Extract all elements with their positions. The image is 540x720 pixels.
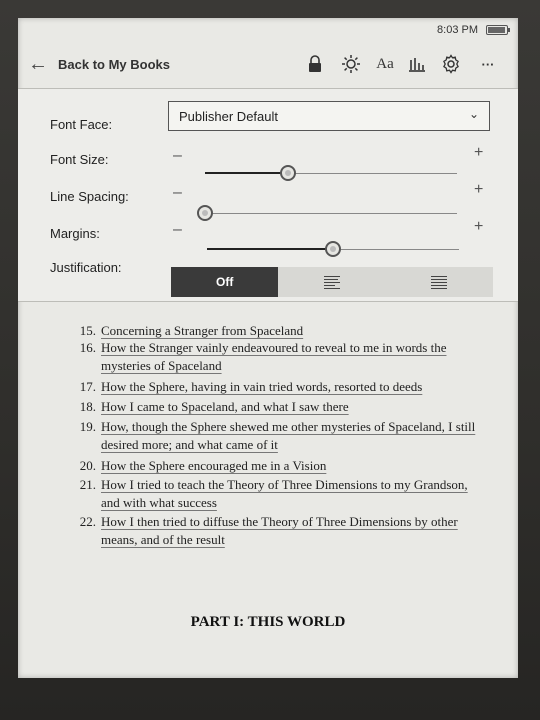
clock: 8:03 PM	[437, 24, 478, 36]
battery-level	[488, 27, 505, 33]
toc-item-link[interactable]: How I tried to teach the Theory of Three…	[101, 476, 481, 512]
line-spacing-label: Line Spacing:	[50, 189, 129, 204]
reading-settings-panel: Font Face: Publisher Default ⌄ Font Size…	[18, 88, 518, 302]
justification-off-button[interactable]: Off	[171, 267, 279, 297]
toc-item-number: 21.	[79, 477, 96, 492]
gear-icon[interactable]	[439, 52, 463, 76]
margins-increase-button[interactable]: +	[474, 218, 483, 236]
line-spacing-track	[205, 213, 457, 214]
toc-item-link[interactable]: How I then tried to diffuse the Theory o…	[101, 513, 481, 549]
toc-item-link[interactable]: How, though the Sphere shewed me other m…	[101, 418, 481, 454]
font-face-value: Publisher Default	[179, 109, 278, 124]
margins-thumb[interactable]	[325, 241, 341, 257]
justification-label: Justification:	[50, 260, 122, 275]
battery-icon	[486, 25, 510, 35]
chevron-down-icon: ⌄	[468, 107, 479, 121]
reader-screen: 8:03 PM ← Back to My Books Aa ··· Font F…	[18, 18, 518, 678]
more-icon[interactable]: ···	[476, 52, 500, 76]
reader-toolbar: ← Back to My Books Aa ···	[18, 44, 518, 86]
margins-track-fill	[207, 248, 333, 250]
toc-item-number: 18.	[79, 399, 96, 414]
ereader-device: 8:03 PM ← Back to My Books Aa ··· Font F…	[0, 0, 540, 720]
line-spacing-increase-button[interactable]: +	[474, 181, 483, 199]
font-size-track-fill	[205, 172, 289, 174]
toc-item-link[interactable]: How the Sphere encouraged me in a Vision	[101, 457, 481, 475]
font-size-thumb[interactable]	[280, 165, 297, 181]
toc-item-link[interactable]: How the Sphere, having in vain tried wor…	[101, 378, 481, 396]
font-size-icon[interactable]: Aa	[373, 52, 397, 76]
justification-left-button[interactable]	[278, 267, 386, 297]
toc-item-number: 19.	[79, 419, 96, 434]
back-to-books-link[interactable]: Back to My Books	[58, 57, 170, 72]
font-face-label: Font Face:	[50, 117, 113, 132]
left-align-icon	[323, 275, 340, 289]
margins-decrease-button[interactable]: –	[173, 221, 182, 239]
toc-item-number: 17.	[79, 379, 96, 394]
status-bar: 8:03 PM	[437, 20, 510, 40]
justification-toggle: Off	[171, 267, 493, 297]
toc-item-link[interactable]: Concerning a Stranger from Spaceland	[101, 322, 481, 340]
margins-label: Margins:	[50, 226, 100, 241]
justify-icon	[431, 275, 448, 289]
font-face-dropdown[interactable]: Publisher Default ⌄	[168, 101, 490, 131]
brightness-icon[interactable]	[339, 52, 363, 76]
back-arrow-icon[interactable]: ←	[28, 54, 48, 74]
toc-item-number: 20.	[79, 458, 96, 473]
stats-icon[interactable]	[405, 52, 429, 76]
font-size-decrease-button[interactable]: –	[173, 147, 182, 165]
font-size-label: Font Size:	[50, 152, 109, 167]
toc-item-link[interactable]: How the Stranger vainly endeavoured to r…	[101, 339, 481, 375]
toc-item-number: 15.	[79, 323, 96, 338]
part-heading: PART I: THIS WORLD	[190, 614, 346, 630]
font-size-increase-button[interactable]: +	[474, 144, 483, 162]
line-spacing-decrease-button[interactable]: –	[173, 184, 182, 202]
line-spacing-thumb[interactable]	[197, 205, 213, 221]
toc-item-number: 16.	[79, 340, 96, 355]
justification-full-button[interactable]	[385, 267, 493, 297]
toc-item-number: 22.	[79, 514, 96, 529]
lock-icon[interactable]	[303, 52, 327, 76]
toc-item-link[interactable]: How I came to Spaceland, and what I saw …	[101, 398, 481, 416]
